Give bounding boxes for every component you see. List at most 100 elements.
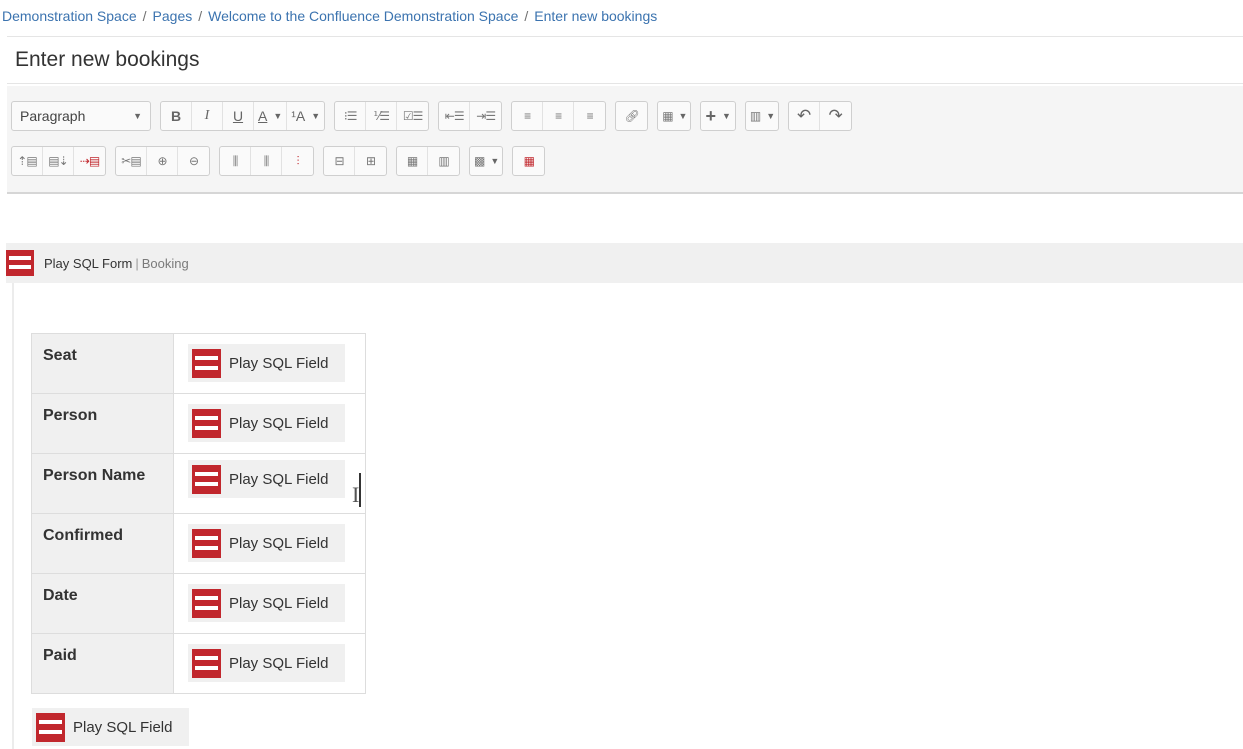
play-sql-field-macro[interactable]: Play SQL Field [188, 460, 345, 499]
macro-param: Booking [141, 255, 189, 271]
field-label: Person Name [31, 453, 174, 514]
text-color-icon: A [258, 108, 268, 124]
chevron-down-icon: ▼ [273, 111, 283, 121]
play-sql-form-macro-header[interactable]: Play SQL Form | Booking [6, 243, 1243, 283]
field-label: Date [31, 573, 174, 634]
column-before-icon[interactable]: ⫼ [220, 147, 251, 175]
italic-button[interactable]: I [192, 102, 223, 130]
field-macro-label: Play SQL Field [229, 594, 329, 612]
breadcrumb-separator: / [524, 8, 529, 24]
chevron-down-icon: ▼ [678, 111, 688, 121]
field-label: Person [31, 393, 174, 454]
macro-name: Play SQL Form [44, 255, 133, 271]
field-macro-label: Play SQL Field [229, 414, 329, 432]
table-row: Seat Play SQL Field [31, 333, 366, 394]
i-beam-cursor-icon: I [352, 482, 360, 507]
play-sql-field-macro[interactable]: Play SQL Field [188, 644, 345, 683]
delete-table-icon[interactable]: ▦ [513, 147, 544, 175]
delete-column-icon[interactable]: ⫶ [282, 147, 313, 175]
merge-cells-icon[interactable]: ⊟ [324, 147, 355, 175]
play-sql-logo-icon [192, 348, 221, 378]
play-sql-field-macro[interactable]: Play SQL Field [32, 708, 189, 746]
paste-row-icon[interactable]: ⊖ [178, 147, 209, 175]
play-sql-logo-icon [36, 712, 65, 742]
chevron-down-icon: ▼ [766, 111, 775, 121]
page-layout-icon[interactable]: ▥ ▼ [746, 102, 778, 130]
more-formatting-button[interactable]: ¹A ▼ [287, 102, 324, 130]
text-color-button[interactable]: A ▼ [254, 102, 288, 130]
field-macro-label: Play SQL Field [229, 470, 329, 488]
table-row: Confirmed Play SQL Field [31, 513, 366, 574]
page-title-input[interactable]: Enter new bookings [7, 36, 1243, 84]
toolbar-row-2: ⇡▤ ▤⇣ ⇢▤ ✂▤ ⊕ ⊖ ⫼ ⫼ ⫶ ⊟ ⊞ ▦ ▥ ▩ ▼ ▦ [11, 145, 546, 177]
field-cell[interactable]: Play SQL Field [173, 633, 366, 694]
table-row: Person Play SQL Field [31, 393, 366, 454]
chevron-down-icon: ▼ [311, 111, 321, 121]
field-label: Paid [31, 633, 174, 694]
booking-form-table: Seat Play SQL Field Person Play SQL Fiel… [31, 333, 366, 694]
breadcrumb-link-pages[interactable]: Pages [153, 8, 193, 24]
copy-row-icon[interactable]: ⊕ [147, 147, 178, 175]
align-center-icon[interactable]: ≡ [543, 102, 575, 130]
split-cell-icon[interactable]: ⊞ [355, 147, 386, 175]
field-label: Seat [31, 333, 174, 394]
table-row: Paid Play SQL Field [31, 633, 366, 694]
link-icon[interactable]: 🔗︎ [616, 102, 647, 130]
table-row: Person Name Play SQL Field [31, 453, 366, 514]
play-sql-field-macro[interactable]: Play SQL Field [188, 524, 345, 563]
column-after-icon[interactable]: ⫼ [251, 147, 282, 175]
header-row-icon[interactable]: ▦ [397, 147, 428, 175]
cell-color-icon[interactable]: ▩ ▼ [470, 147, 502, 175]
play-sql-logo-icon [192, 648, 221, 678]
page-title: Enter new bookings [15, 48, 200, 71]
header-column-icon[interactable]: ▥ [428, 147, 459, 175]
align-right-icon[interactable]: ≡ [574, 102, 605, 130]
field-macro-label: Play SQL Field [73, 718, 173, 736]
paragraph-style-select[interactable]: Paragraph ▼ [12, 102, 150, 130]
play-sql-field-macro[interactable]: Play SQL Field [188, 584, 345, 623]
redo-icon[interactable]: ↷ [820, 102, 851, 130]
more-formatting-icon: ¹A [291, 108, 306, 124]
field-label: Confirmed [31, 513, 174, 574]
field-cell[interactable]: Play SQL Field [173, 453, 366, 514]
row-below-icon[interactable]: ▤⇣ [43, 147, 74, 175]
field-cell[interactable]: Play SQL Field [173, 573, 366, 634]
field-cell[interactable]: Play SQL Field [173, 393, 366, 454]
macro-separator: | [135, 255, 139, 271]
insert-more-icon[interactable]: + ▼ [701, 102, 734, 130]
play-sql-logo-icon [192, 528, 221, 558]
align-left-icon[interactable]: ≡ [512, 102, 544, 130]
play-sql-logo-icon [192, 588, 221, 618]
play-sql-logo-icon [192, 408, 221, 438]
macro-body-border [12, 283, 16, 749]
breadcrumb-separator: / [142, 8, 147, 24]
breadcrumb-link-welcome[interactable]: Welcome to the Confluence Demonstration … [208, 8, 518, 24]
breadcrumb: Demonstration Space / Pages / Welcome to the… [0, 0, 1243, 34]
table-icon[interactable]: ▦ ▼ [658, 102, 690, 130]
breadcrumb-current-page[interactable]: Enter new bookings [534, 8, 657, 24]
play-sql-logo-icon [6, 250, 34, 276]
outdent-icon[interactable]: ⇤☰ [439, 102, 471, 130]
bold-button[interactable]: B [161, 102, 192, 130]
chevron-down-icon: ▼ [490, 156, 499, 166]
task-list-icon[interactable]: ☑☰ [397, 102, 428, 130]
underline-button[interactable]: U [223, 102, 254, 130]
chevron-down-icon: ▼ [721, 111, 731, 121]
bullet-list-icon[interactable]: ⁝☰ [335, 102, 367, 130]
play-sql-field-macro[interactable]: Play SQL Field [188, 344, 345, 383]
field-macro-label: Play SQL Field [229, 654, 329, 672]
chevron-down-icon: ▼ [133, 111, 142, 121]
toolbar-row-1: Paragraph ▼ B I U A ▼ ¹A ▼ ⁝☰ ⅟☰ ☑☰ ⇤☰ ⇥☰ … [11, 100, 853, 132]
row-above-icon[interactable]: ⇡▤ [12, 147, 43, 175]
field-cell[interactable]: Play SQL Field [173, 333, 366, 394]
play-sql-field-macro[interactable]: Play SQL Field [188, 404, 345, 443]
play-sql-logo-icon [192, 464, 221, 494]
indent-icon[interactable]: ⇥☰ [470, 102, 501, 130]
breadcrumb-link-space[interactable]: Demonstration Space [2, 8, 137, 24]
delete-row-icon[interactable]: ⇢▤ [74, 147, 105, 175]
undo-icon[interactable]: ↶ [789, 102, 821, 130]
numbered-list-icon[interactable]: ⅟☰ [366, 102, 398, 130]
field-macro-label: Play SQL Field [229, 534, 329, 552]
field-cell[interactable]: Play SQL Field [173, 513, 366, 574]
cut-row-icon[interactable]: ✂▤ [116, 147, 147, 175]
